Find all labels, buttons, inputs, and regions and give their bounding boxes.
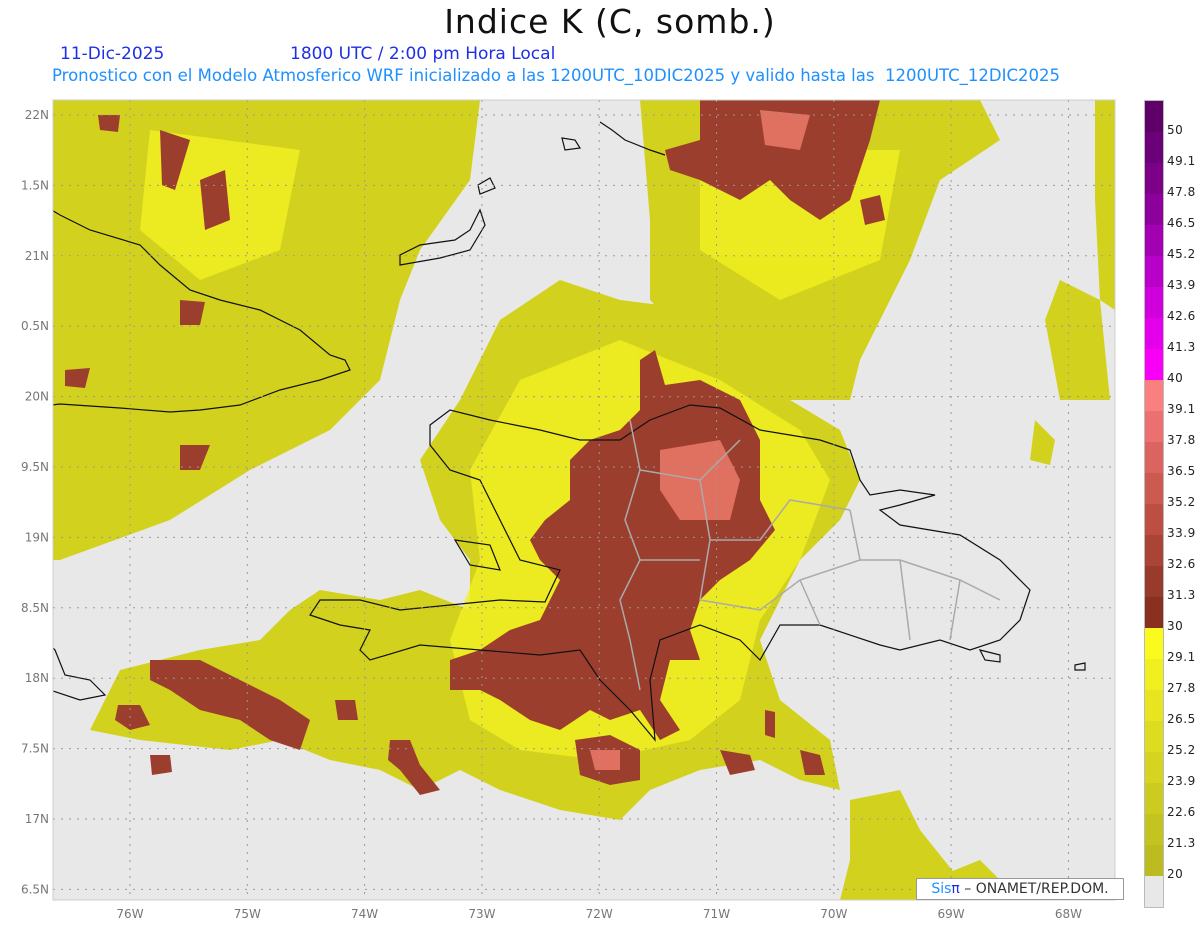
credit-box: Sisπ – ONAMET/REP.DOM.	[916, 878, 1124, 900]
colorbar-cell	[1145, 194, 1163, 225]
colorbar-cell	[1145, 659, 1163, 690]
colorbar-label: 33.9	[1167, 526, 1196, 540]
colorbar-label: 26.5	[1167, 712, 1196, 726]
colorbar-cell	[1145, 101, 1163, 132]
credit-text: – ONAMET/REP.DOM.	[959, 881, 1109, 897]
colorbar-cell	[1145, 845, 1163, 876]
lon-label: 76W	[116, 907, 143, 921]
colorbar-label: 27.8	[1167, 681, 1196, 695]
colorbar-label: 25.2	[1167, 743, 1196, 757]
colorbar-cell	[1145, 442, 1163, 473]
lat-label: 1.5N	[21, 178, 49, 192]
colorbar-cell	[1145, 628, 1163, 659]
colorbar-cell	[1145, 287, 1163, 318]
lon-label: 72W	[586, 907, 613, 921]
lon-label: 68W	[1055, 907, 1082, 921]
colorbar-cell	[1145, 473, 1163, 504]
colorbar-label: 32.6	[1167, 557, 1196, 571]
colorbar-label: 29.1	[1167, 650, 1196, 664]
lat-label: 21N	[25, 249, 49, 263]
colorbar-label: 45.2	[1167, 247, 1196, 261]
lat-label: 7.5N	[21, 742, 49, 756]
colorbar-label: 46.5	[1167, 216, 1196, 230]
colorbar-label: 47.8	[1167, 185, 1196, 199]
colorbar-cell	[1145, 535, 1163, 566]
colorbar-label: 22.6	[1167, 805, 1196, 819]
lon-label: 75W	[234, 907, 261, 921]
credit-pi: π	[951, 881, 960, 897]
lat-label: 0.5N	[21, 319, 49, 333]
lat-label: 18N	[25, 671, 49, 685]
colorbar-cell	[1145, 504, 1163, 535]
colorbar-label: 50	[1167, 123, 1184, 137]
colorbar-cell	[1145, 225, 1163, 256]
colorbar-label: 49.1	[1167, 154, 1196, 168]
colorbar-label: 31.3	[1167, 588, 1196, 602]
colorbar-label: 43.9	[1167, 278, 1196, 292]
colorbar-label: 20	[1167, 867, 1184, 881]
colorbar-cell	[1145, 132, 1163, 163]
colorbar	[1144, 100, 1164, 908]
lat-label: 6.5N	[21, 882, 49, 896]
colorbar-label: 21.3	[1167, 836, 1196, 850]
colorbar-cell	[1145, 783, 1163, 814]
colorbar-cell	[1145, 349, 1163, 380]
colorbar-cell	[1145, 256, 1163, 287]
colorbar-cell	[1145, 597, 1163, 628]
colorbar-label: 23.9	[1167, 774, 1196, 788]
lat-label: 9.5N	[21, 460, 49, 474]
lat-label: 22N	[25, 108, 49, 122]
lat-label: 8.5N	[21, 601, 49, 615]
lon-label: 73W	[468, 907, 495, 921]
lon-label: 71W	[703, 907, 730, 921]
lat-label: 20N	[25, 390, 49, 404]
colorbar-label: 37.8	[1167, 433, 1196, 447]
lon-label: 69W	[938, 907, 965, 921]
lon-label: 74W	[351, 907, 378, 921]
colorbar-cell	[1145, 380, 1163, 411]
lat-label: 17N	[25, 812, 49, 826]
colorbar-cell	[1145, 411, 1163, 442]
colorbar-label: 39.1	[1167, 402, 1196, 416]
colorbar-label: 36.5	[1167, 464, 1196, 478]
colorbar-cell	[1145, 163, 1163, 194]
colorbar-label: 42.6	[1167, 309, 1196, 323]
colorbar-cell	[1145, 814, 1163, 845]
colorbar-cell	[1145, 876, 1163, 907]
colorbar-cell	[1145, 566, 1163, 597]
colorbar-label: 41.3	[1167, 340, 1196, 354]
colorbar-label: 40	[1167, 371, 1184, 385]
colorbar-cell	[1145, 690, 1163, 721]
colorbar-cell	[1145, 318, 1163, 349]
k-index-map: 22N 1.5N 21N 0.5N 20N 9.5N 19N 8.5N 18N 7.5N 17N 6.…	[21, 99, 1116, 921]
credit-sis: Sis	[931, 881, 952, 897]
lon-label: 70W	[820, 907, 847, 921]
colorbar-cell	[1145, 721, 1163, 752]
colorbar-label: 30	[1167, 619, 1184, 633]
colorbar-cell	[1145, 752, 1163, 783]
lat-label: 19N	[25, 530, 49, 544]
colorbar-label: 35.2	[1167, 495, 1196, 509]
